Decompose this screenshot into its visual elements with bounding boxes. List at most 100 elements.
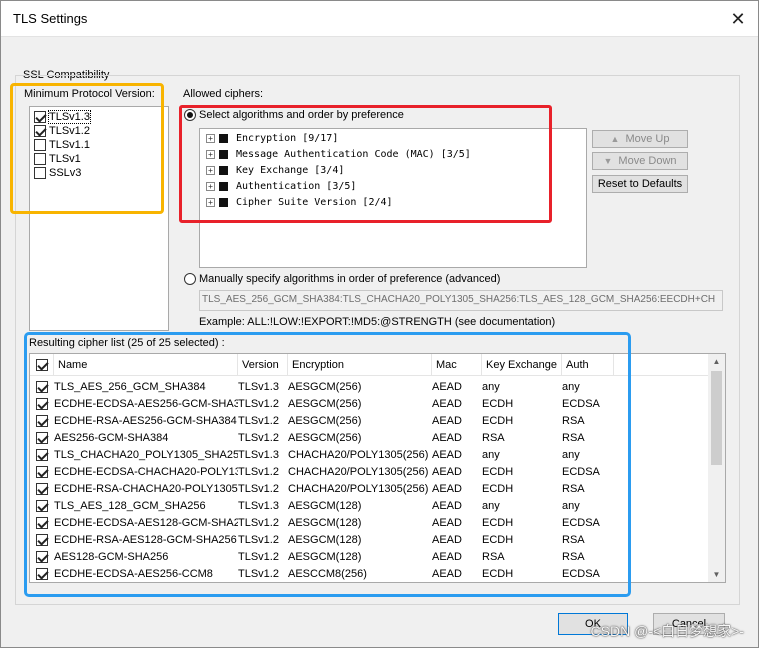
scroll-down-icon[interactable]: ▼ bbox=[708, 567, 725, 582]
table-row[interactable]: TLS_CHACHA20_POLY1305_SHA256 TLSv1.3 CHACH… bbox=[30, 447, 710, 464]
row-checkbox[interactable] bbox=[36, 483, 48, 496]
tree-node[interactable]: + Encryption [9/17] bbox=[206, 131, 338, 146]
table-cell: ECDSA bbox=[562, 466, 600, 478]
table-cell: TLSv1.2 bbox=[238, 415, 279, 427]
scroll-up-icon[interactable]: ▲ bbox=[708, 354, 725, 369]
cipher-string-input[interactable]: TLS_AES_256_GCM_SHA384:TLS_CHACHA20_POLY… bbox=[199, 290, 723, 311]
tree-checkbox[interactable] bbox=[219, 150, 228, 159]
manual-specify-label: Manually specify algorithms in order of … bbox=[199, 273, 501, 285]
table-row[interactable]: AES128-GCM-SHA256 TLSv1.2 AESGCM(128) AEAD R… bbox=[30, 549, 710, 566]
row-checkbox[interactable] bbox=[36, 517, 48, 530]
manual-specify-radio[interactable] bbox=[184, 273, 196, 285]
dialog-title: TLS Settings bbox=[13, 11, 88, 26]
table-cell: any bbox=[562, 500, 580, 512]
table-cell: AEAD bbox=[432, 500, 462, 512]
manual-specify-option[interactable]: Manually specify algorithms in order of … bbox=[184, 273, 500, 285]
row-checkbox[interactable] bbox=[36, 432, 48, 445]
close-icon[interactable]: ✕ bbox=[726, 7, 750, 31]
table-cell: AESCCM8(256) bbox=[288, 568, 367, 580]
table-cell: AESGCM(256) bbox=[288, 415, 362, 427]
protocol-list[interactable]: TLSv1.3 TLSv1.2 TLSv1.1 TLSv1 SSLv3 bbox=[29, 106, 169, 331]
tree-node[interactable]: + Cipher Suite Version [2/4] bbox=[206, 195, 393, 210]
table-cell: RSA bbox=[562, 432, 585, 444]
expand-icon[interactable]: + bbox=[206, 150, 215, 159]
move-down-button[interactable]: ▼ Move Down bbox=[592, 152, 688, 170]
table-cell: TLSv1.2 bbox=[238, 517, 279, 529]
table-cell: AES256-GCM-SHA384 bbox=[54, 432, 169, 444]
allowed-ciphers-label: Allowed ciphers: bbox=[183, 88, 264, 100]
protocol-item[interactable]: SSLv3 bbox=[34, 166, 81, 180]
table-row[interactable]: ECDHE-ECDSA-AES256-GCM-SHA384 TLSv1.2 AESG… bbox=[30, 396, 710, 413]
select-algorithms-radio[interactable] bbox=[184, 109, 196, 121]
table-row[interactable]: TLS_AES_256_GCM_SHA384 TLSv1.3 AESGCM(256)… bbox=[30, 379, 710, 396]
expand-icon[interactable]: + bbox=[206, 166, 215, 175]
row-checkbox[interactable] bbox=[36, 415, 48, 428]
tree-checkbox[interactable] bbox=[219, 134, 228, 143]
table-row[interactable]: ECDHE-ECDSA-AES128-GCM-SHA256 TLSv1.2 AESG… bbox=[30, 515, 710, 532]
protocol-checkbox[interactable] bbox=[34, 167, 46, 179]
protocol-item[interactable]: TLSv1 bbox=[34, 152, 81, 166]
row-checkbox[interactable] bbox=[36, 500, 48, 513]
column-header[interactable]: Encryption bbox=[288, 354, 432, 376]
expand-icon[interactable]: + bbox=[206, 198, 215, 207]
tree-node[interactable]: + Authentication [3/5] bbox=[206, 179, 356, 194]
table-row[interactable]: ECDHE-ECDSA-CHACHA20-POLY1305 TLSv1.2 CHAC… bbox=[30, 464, 710, 481]
table-cell: any bbox=[482, 381, 500, 393]
arrow-up-icon: ▲ bbox=[610, 134, 620, 144]
table-scrollbar[interactable]: ▲ ▼ bbox=[708, 354, 725, 582]
table-cell: AESGCM(128) bbox=[288, 534, 362, 546]
column-header[interactable]: Name bbox=[54, 354, 238, 376]
cipher-table[interactable]: Name Version Encryption Mac Key Exchange… bbox=[29, 353, 726, 583]
protocol-item[interactable]: TLSv1.2 bbox=[34, 124, 90, 138]
table-row[interactable]: ECDHE-ECDSA-AES256-CCM8 TLSv1.2 AESCCM8(25… bbox=[30, 566, 710, 582]
column-header[interactable]: Key Exchange bbox=[482, 354, 562, 376]
table-cell: TLSv1.3 bbox=[238, 449, 279, 461]
move-up-button[interactable]: ▲ Move Up bbox=[592, 130, 688, 148]
table-cell: ECDH bbox=[482, 483, 514, 495]
table-row[interactable]: AES256-GCM-SHA384 TLSv1.2 AESGCM(256) AEAD R… bbox=[30, 430, 710, 447]
protocol-checkbox[interactable] bbox=[34, 139, 46, 151]
table-cell: TLSv1.2 bbox=[238, 483, 279, 495]
table-cell: ECDH bbox=[482, 517, 514, 529]
row-checkbox[interactable] bbox=[36, 398, 48, 411]
protocol-checkbox[interactable] bbox=[34, 153, 46, 165]
row-checkbox[interactable] bbox=[36, 568, 48, 581]
protocol-item[interactable]: TLSv1.1 bbox=[34, 138, 90, 152]
cipher-algorithm-tree[interactable]: + Encryption [9/17] + Message Authentica… bbox=[199, 128, 587, 268]
tree-node[interactable]: + Message Authentication Code (MAC) [3/5… bbox=[206, 147, 471, 162]
table-cell: ECDHE-ECDSA-CHACHA20-POLY1305 bbox=[54, 466, 238, 478]
protocol-item[interactable]: TLSv1.3 bbox=[34, 110, 91, 124]
expand-icon[interactable]: + bbox=[206, 134, 215, 143]
table-row[interactable]: ECDHE-RSA-CHACHA20-POLY1305 TLSv1.2 CHACHA… bbox=[30, 481, 710, 498]
protocol-checkbox[interactable] bbox=[34, 111, 46, 123]
select-all-column[interactable] bbox=[30, 354, 54, 376]
row-checkbox[interactable] bbox=[36, 466, 48, 479]
tree-node[interactable]: + Key Exchange [3/4] bbox=[206, 163, 344, 178]
expand-icon[interactable]: + bbox=[206, 182, 215, 191]
reset-defaults-button[interactable]: Reset to Defaults bbox=[592, 175, 688, 193]
table-cell: TLSv1.3 bbox=[238, 381, 279, 393]
column-header[interactable]: Auth bbox=[562, 354, 614, 376]
row-checkbox[interactable] bbox=[36, 551, 48, 564]
scrollbar-thumb[interactable] bbox=[711, 371, 722, 465]
row-checkbox[interactable] bbox=[36, 534, 48, 547]
column-header[interactable]: Version bbox=[238, 354, 288, 376]
column-header[interactable]: Mac bbox=[432, 354, 482, 376]
protocol-checkbox[interactable] bbox=[34, 125, 46, 137]
row-checkbox[interactable] bbox=[36, 449, 48, 462]
table-cell: any bbox=[482, 449, 500, 461]
row-checkbox[interactable] bbox=[36, 381, 48, 394]
tree-checkbox[interactable] bbox=[219, 182, 228, 191]
table-row[interactable]: ECDHE-RSA-AES256-GCM-SHA384 TLSv1.2 AESGCM… bbox=[30, 413, 710, 430]
table-row[interactable]: ECDHE-RSA-AES128-GCM-SHA256 TLSv1.2 AESGCM… bbox=[30, 532, 710, 549]
row-checkbox-cell bbox=[36, 379, 54, 396]
table-cell: AESGCM(256) bbox=[288, 398, 362, 410]
select-algorithms-option[interactable]: Select algorithms and order by preferenc… bbox=[184, 109, 404, 121]
table-row[interactable]: TLS_AES_128_GCM_SHA256 TLSv1.3 AESGCM(128)… bbox=[30, 498, 710, 515]
protocol-label: SSLv3 bbox=[49, 167, 82, 179]
tree-checkbox[interactable] bbox=[219, 198, 228, 207]
row-checkbox-cell bbox=[36, 413, 54, 430]
select-all-checkbox[interactable] bbox=[36, 359, 48, 372]
tree-checkbox[interactable] bbox=[219, 166, 228, 175]
row-checkbox-cell bbox=[36, 566, 54, 582]
